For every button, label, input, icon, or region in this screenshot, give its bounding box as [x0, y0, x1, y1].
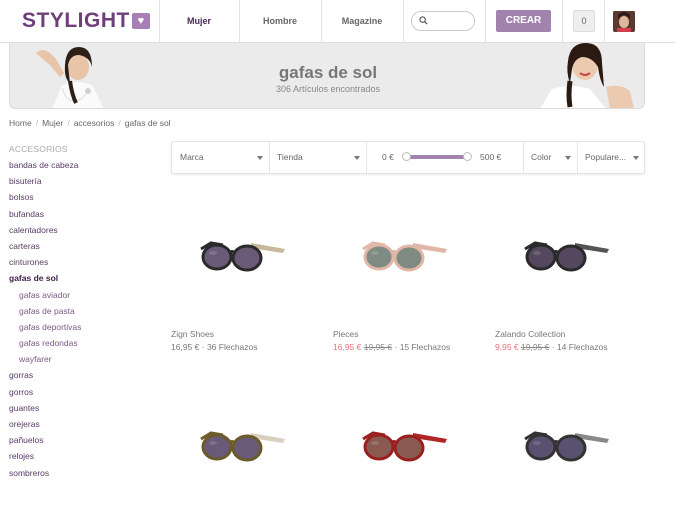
sidebar-item[interactable]: wayfarer	[9, 351, 159, 367]
price-min-label: 0 €	[382, 152, 394, 162]
product-price-line: 16,95 € 19,95 € · 15 Flechazos	[333, 342, 450, 352]
product-old-price: 19,95 €	[521, 342, 550, 352]
sidebar-item[interactable]: carteras	[9, 238, 159, 254]
brand-filter-label: Marca	[180, 152, 204, 162]
product-name[interactable]: Pieces	[333, 329, 359, 339]
breadcrumb-separator: /	[118, 118, 121, 128]
logo-text: STYLIGHT	[22, 9, 130, 32]
price-min-handle[interactable]	[402, 152, 411, 161]
sidebar-item[interactable]: bufandas	[9, 206, 159, 222]
product-image[interactable]	[355, 419, 450, 479]
sidebar-item[interactable]: orejeras	[9, 416, 159, 432]
sidebar-item[interactable]: bisutería	[9, 173, 159, 189]
product-price: 9,95 €	[495, 342, 519, 352]
chevron-down-icon	[354, 156, 360, 160]
breadcrumb-mujer[interactable]: Mujer	[42, 118, 63, 128]
page-title: gafas de sol	[278, 63, 378, 82]
filter-divider	[577, 142, 578, 173]
header-divider	[604, 0, 605, 43]
sidebar-item[interactable]: bolsos	[9, 189, 159, 205]
sidebar-item[interactable]: guantes	[9, 400, 159, 416]
sidebar-heading: ACCESORIOS	[9, 144, 68, 154]
breadcrumb-home[interactable]: Home	[9, 118, 32, 128]
product-price: 16,95 €	[171, 342, 200, 352]
product-price-line: 16,95 € · 36 Flechazos	[171, 342, 258, 352]
nav-mujer[interactable]: Mujer	[159, 0, 239, 43]
product-likes[interactable]: · 14 Flechazos	[552, 342, 608, 352]
store-filter-label: Tienda	[277, 152, 303, 162]
product-price-line: 9,95 € 19,95 € · 14 Flechazos	[495, 342, 608, 352]
sidebar-item[interactable]: gafas deportivas	[9, 319, 159, 335]
top-header: STYLIGHT ♥ Mujer Hombre Magazine CREAR 0	[0, 0, 675, 43]
category-banner: gafas de sol 306 Artículos encontrados	[9, 43, 645, 109]
product-image[interactable]	[193, 229, 288, 289]
breadcrumb-current: gafas de sol	[124, 118, 171, 128]
product-name[interactable]: Zalando Collection	[495, 329, 565, 339]
sidebar-item[interactable]: gafas redondas	[9, 335, 159, 351]
create-button[interactable]: CREAR	[496, 10, 551, 32]
stylight-logo[interactable]: STYLIGHT ♥	[22, 9, 150, 33]
search-input[interactable]	[411, 11, 475, 31]
product-image[interactable]	[355, 229, 450, 289]
sidebar-item[interactable]: calentadores	[9, 222, 159, 238]
header-divider	[485, 0, 486, 43]
sidebar-item[interactable]: gafas de sol	[9, 270, 159, 286]
sidebar-item[interactable]: gorros	[9, 384, 159, 400]
chevron-down-icon	[257, 156, 263, 160]
sidebar-list: bandas de cabeza bisutería bolsos bufandas c…	[9, 157, 159, 481]
sidebar-item[interactable]: sombreros	[9, 465, 159, 481]
filter-divider	[269, 142, 270, 173]
breadcrumb-separator: /	[67, 118, 70, 128]
filter-divider	[523, 142, 524, 173]
product-image[interactable]	[517, 229, 612, 289]
sidebar-item[interactable]: gorras	[9, 367, 159, 383]
sidebar-item[interactable]: relojes	[9, 448, 159, 464]
price-range-slider[interactable]	[407, 155, 468, 159]
price-max-label: 500 €	[480, 152, 502, 162]
filter-divider	[366, 142, 367, 173]
sidebar-item[interactable]: bandas de cabeza	[9, 157, 159, 173]
header-divider	[403, 0, 404, 43]
chevron-down-icon	[633, 156, 639, 160]
product-likes[interactable]: · 36 Flechazos	[202, 342, 258, 352]
breadcrumb-accesorios[interactable]: accesorios	[74, 118, 115, 128]
heart-icon: ♥	[131, 13, 150, 29]
user-avatar[interactable]	[613, 11, 635, 32]
price-max-handle[interactable]	[463, 152, 472, 161]
favorites-count-badge[interactable]: 0	[573, 10, 595, 32]
color-filter-label: Color	[531, 152, 552, 162]
product-old-price: 19,95 €	[363, 342, 393, 352]
product-price: 16,95 €	[333, 342, 362, 352]
product-image[interactable]	[517, 419, 612, 479]
breadcrumb: Home / Mujer / accesorios / gafas de sol	[9, 118, 171, 128]
sort-filter-label: Populare...	[585, 152, 627, 162]
sidebar-item[interactable]: gafas de pasta	[9, 303, 159, 319]
nav-hombre[interactable]: Hombre	[239, 0, 321, 43]
chevron-down-icon	[565, 156, 571, 160]
results-count: 306 Artículos encontrados	[275, 84, 381, 94]
sidebar-item[interactable]: pañuelos	[9, 432, 159, 448]
header-divider	[562, 0, 563, 43]
sort-filter[interactable]: Populare...	[585, 142, 640, 173]
breadcrumb-separator: /	[35, 118, 39, 128]
product-image[interactable]	[193, 419, 288, 479]
sidebar-item[interactable]: cinturones	[9, 254, 159, 270]
product-name[interactable]: Zign Shoes	[171, 329, 214, 339]
search-icon	[419, 16, 428, 25]
product-likes[interactable]: · 15 Flechazos	[395, 342, 451, 352]
sidebar-item[interactable]: gafas aviador	[9, 287, 159, 303]
nav-magazine[interactable]: Magazine	[321, 0, 403, 43]
category-sidebar: ACCESORIOS bandas de cabeza bisutería bols…	[9, 144, 159, 481]
